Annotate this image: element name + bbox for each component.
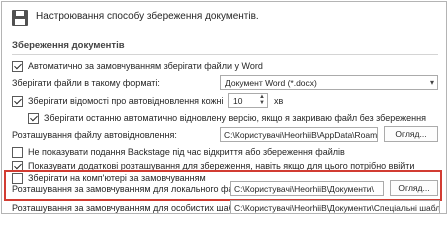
no-backstage-option[interactable]: Не показувати подання Backstage під час … — [12, 146, 432, 160]
autorecover-location-field[interactable]: C:\Користувачі\HeorhiiB\AppData\Roaming — [220, 127, 378, 142]
format-select[interactable]: Документ Word (*.docx) ▾ — [220, 75, 438, 90]
autorecover-minutes-spinner[interactable]: 10 ▲ ▼ — [228, 93, 268, 108]
word-options-save-panel: Настроювання способу збереження документ… — [1, 1, 447, 214]
local-location-browse-button[interactable]: Огляд... — [390, 180, 438, 196]
local-location-field[interactable]: C:\Користувачі\HeorhiiB\Документи\ — [230, 181, 384, 196]
keep-last-version-option[interactable]: Зберігати останню автоматично відновлену… — [28, 112, 438, 126]
chevron-down-icon: ▾ — [429, 78, 434, 87]
keep-last-version-checkbox[interactable] — [28, 113, 39, 124]
panel-header: Настроювання способу збереження документ… — [2, 2, 446, 34]
autorecover-location-label: Розташування файлу автовідновлення: — [12, 130, 177, 140]
autorecover-option[interactable]: Зберігати відомості про автовідновлення … — [12, 95, 224, 109]
autorecover-checkbox[interactable] — [12, 96, 23, 107]
format-label: Зберігати файли в такому форматі: — [12, 78, 160, 88]
autosave-option[interactable]: Автоматично за замовчуванням зберігати ф… — [12, 60, 432, 74]
autorecover-browse-button[interactable]: Огляд... — [384, 126, 438, 142]
autorecover-label: Зберігати відомості про автовідновлення … — [28, 96, 224, 106]
format-select-value: Документ Word (*.docx) — [225, 78, 317, 88]
local-location-label: Розташування за замовчуванням для локаль… — [12, 184, 251, 194]
save-disk-icon — [12, 10, 28, 26]
autorecover-minutes-value: 10 — [233, 96, 243, 106]
templates-location-label: Розташування за замовчуванням для особис… — [12, 203, 259, 213]
section-title: Збереження документів — [12, 40, 125, 51]
no-backstage-label: Не показувати подання Backstage під час … — [28, 147, 345, 157]
autosave-label: Автоматично за замовчуванням зберігати ф… — [28, 61, 263, 71]
no-backstage-checkbox[interactable] — [12, 147, 23, 158]
spinner-arrows-icon[interactable]: ▲ ▼ — [259, 94, 265, 106]
autorecover-unit: хв — [274, 96, 284, 106]
section-divider — [12, 54, 438, 55]
panel-title: Настроювання способу збереження документ… — [36, 11, 259, 22]
keep-last-version-label: Зберігати останню автоматично відновлену… — [44, 113, 426, 123]
autosave-checkbox[interactable] — [12, 61, 23, 72]
templates-location-field[interactable]: C:\Користувачі\HeorhiiB\Документи\Спеціа… — [230, 200, 440, 213]
